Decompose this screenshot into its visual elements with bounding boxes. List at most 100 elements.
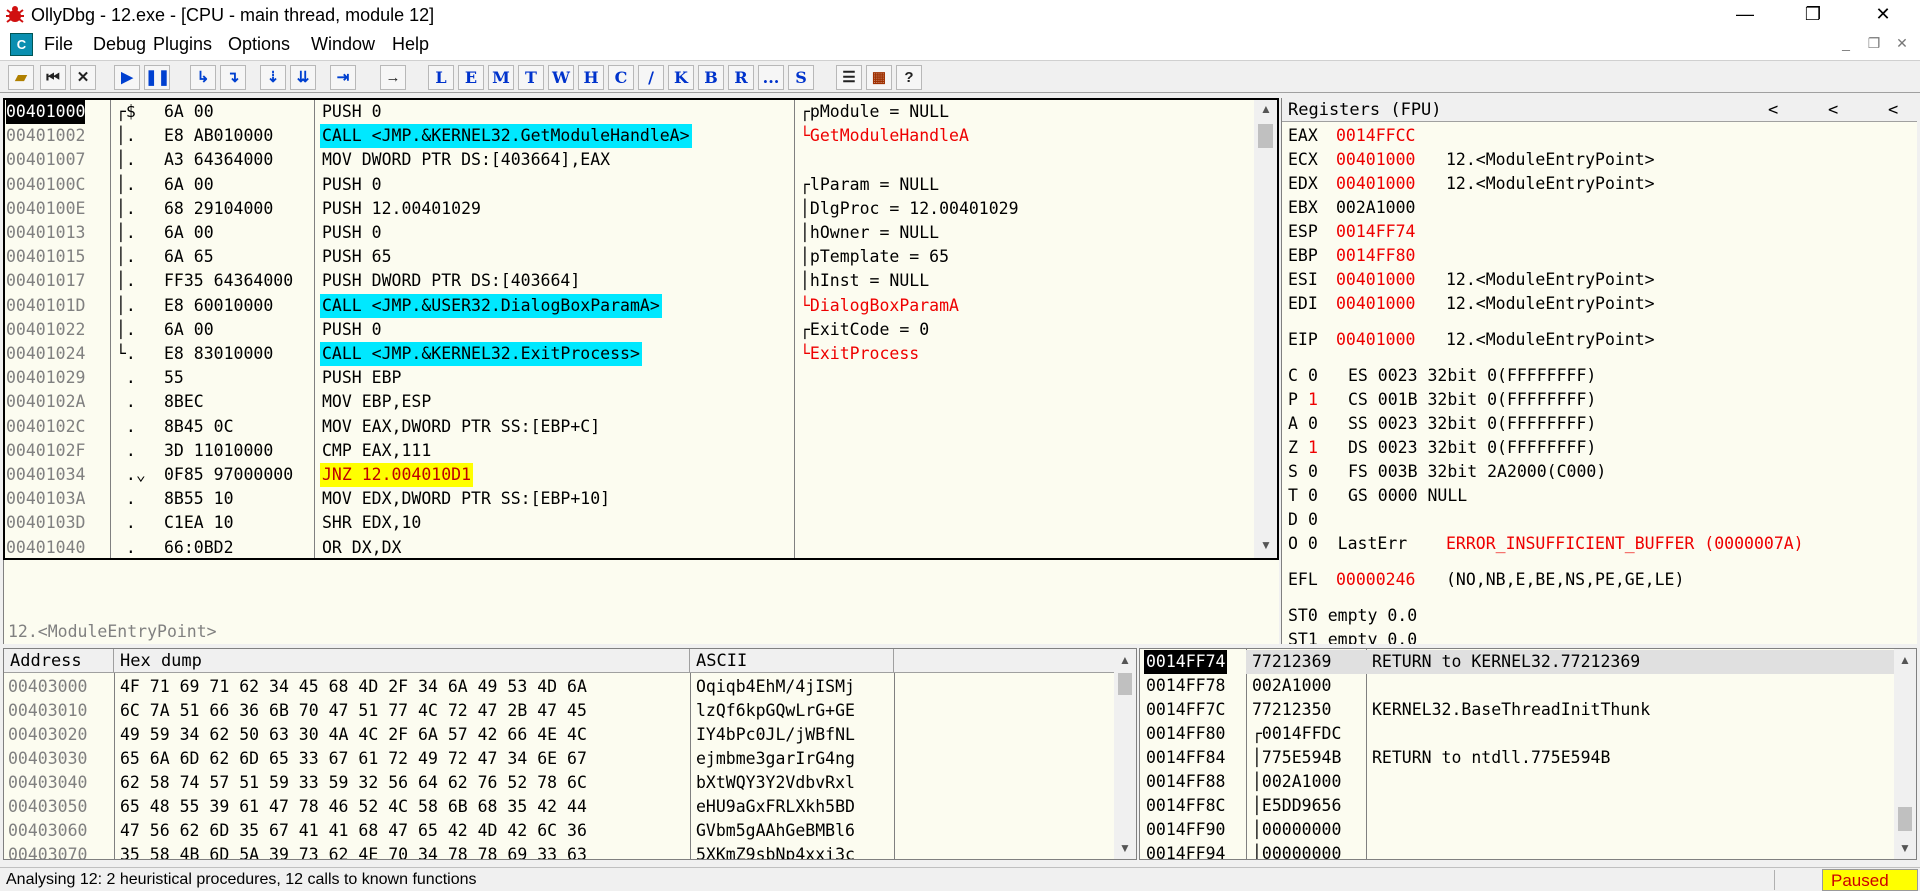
dump-ascii[interactable]: IY4bPc0JL/jWBfNL — [696, 723, 855, 747]
disasm-instruction[interactable]: PUSH 0 — [320, 221, 384, 245]
disasm-hex[interactable]: 6A 00 — [164, 173, 314, 197]
disasm-hex[interactable]: E8 60010000 — [164, 294, 314, 318]
dump-ascii[interactable]: eHU9aGxFRLXkh5BD — [696, 795, 855, 819]
disasm-instruction[interactable]: CALL <JMP.&USER32.DialogBoxParamA> — [320, 293, 662, 318]
stack-value[interactable]: 77212369 — [1252, 650, 1331, 674]
disasm-hex[interactable]: 6A 00 — [164, 318, 314, 342]
disasm-instruction[interactable]: MOV EBP,ESP — [320, 390, 433, 414]
disasm-instruction[interactable]: PUSH 65 — [320, 245, 394, 269]
rewind-icon[interactable]: ⏮ — [40, 65, 66, 90]
breakpoints-button[interactable]: B — [698, 65, 724, 90]
flag-value[interactable]: 0 — [1308, 460, 1318, 484]
stack-value[interactable]: 77212350 — [1252, 698, 1331, 722]
dump-hex-bytes[interactable]: 47 56 62 6D 35 67 41 41 68 47 65 42 4D 4… — [120, 819, 587, 843]
disasm-instruction[interactable]: PUSH 0 — [320, 173, 384, 197]
disasm-scrollbar[interactable]: ▲ ▼ — [1254, 100, 1277, 558]
disasm-hex[interactable]: 0F85 97000000 — [164, 463, 314, 487]
disasm-address[interactable]: 0040101D — [6, 294, 85, 318]
disasm-instruction[interactable]: PUSH 0 — [320, 100, 384, 124]
disasm-hex[interactable]: E8 AB010000 — [164, 124, 314, 148]
menu-options[interactable]: Options — [228, 34, 290, 55]
dump-address[interactable]: 00403050 — [8, 795, 87, 819]
windows-button[interactable]: W — [548, 65, 574, 90]
disasm-address[interactable]: 0040103D — [6, 511, 85, 535]
hex-dump-pane[interactable]: Address Hex dump ASCII 00403000 4F 71 69 … — [3, 648, 1137, 860]
disasm-hex[interactable]: 55 — [164, 366, 314, 390]
dump-scrollbar[interactable]: ▲ ▼ — [1114, 649, 1136, 859]
log-window-button[interactable]: L — [428, 65, 454, 90]
stack-value[interactable]: │00000000 — [1252, 842, 1341, 859]
register-value[interactable]: 00401000 — [1336, 268, 1415, 292]
memory-button[interactable]: M — [488, 65, 514, 90]
disasm-instruction[interactable]: PUSH 12.00401029 — [320, 197, 483, 221]
disasm-hex[interactable]: A3 64364000 — [164, 148, 314, 172]
threads-button[interactable]: T — [518, 65, 544, 90]
stack-address[interactable]: 0014FF84 — [1144, 746, 1227, 770]
dump-hex-bytes[interactable]: 65 48 55 39 61 47 78 46 52 4C 58 6B 68 3… — [120, 795, 587, 819]
register-value[interactable]: 0014FF80 — [1336, 244, 1415, 268]
disasm-address[interactable]: 0040100C — [6, 173, 85, 197]
maximize-button[interactable]: ❐ — [1784, 0, 1842, 30]
execute-till-return-icon[interactable]: ⇥ — [330, 65, 356, 90]
mdi-close-icon[interactable]: ✕ — [1892, 35, 1912, 55]
disasm-instruction[interactable]: MOV EAX,DWORD PTR SS:[EBP+C] — [320, 415, 602, 439]
disasm-instruction[interactable]: CALL <JMP.&KERNEL32.GetModuleHandleA> — [320, 124, 692, 149]
disasm-instruction[interactable]: PUSH EBP — [320, 366, 403, 390]
register-value[interactable]: 00401000 — [1336, 148, 1415, 172]
register-value[interactable]: 00401000 — [1336, 172, 1415, 196]
dump-address-header[interactable]: Address — [4, 649, 114, 673]
stack-address[interactable]: 0014FF7C — [1144, 698, 1227, 722]
disasm-hex[interactable]: 6A 65 — [164, 245, 314, 269]
stack-address[interactable]: 0014FF74 — [1144, 650, 1228, 674]
disasm-instruction[interactable]: MOV EDX,DWORD PTR SS:[EBP+10] — [320, 487, 612, 511]
efl-value[interactable]: 00000246 — [1336, 568, 1415, 592]
lasterr-value[interactable]: ERROR_INSUFFICIENT_BUFFER (0000007A) — [1446, 532, 1804, 556]
menu-help[interactable]: Help — [392, 34, 429, 55]
disasm-instruction[interactable]: MOV DWORD PTR DS:[403664],EAX — [320, 148, 612, 172]
stack-address[interactable]: 0014FF8C — [1144, 794, 1227, 818]
disasm-address[interactable]: 0040102C — [6, 415, 85, 439]
open-folder-icon[interactable]: ▰ — [8, 65, 34, 90]
step-into-icon[interactable]: ↳ — [190, 65, 216, 90]
stack-address[interactable]: 0014FF80 — [1144, 722, 1227, 746]
stack-scrollbar[interactable]: ▲ ▼ — [1894, 649, 1916, 859]
dump-ascii[interactable]: lzQf6kpGQwLrG+GE — [696, 699, 855, 723]
stack-address[interactable]: 0014FF90 — [1144, 818, 1227, 842]
dump-ascii[interactable]: 5XKmZ9sbNp4xxi3c — [696, 843, 855, 859]
list-icon[interactable]: ☰ — [836, 65, 862, 90]
disasm-hex[interactable]: 8B55 10 — [164, 487, 314, 511]
register-value[interactable]: 002A1000 — [1336, 196, 1415, 220]
dump-address[interactable]: 00403010 — [8, 699, 87, 723]
disasm-address[interactable]: 00401007 — [6, 148, 85, 172]
disasm-address[interactable]: 00401034 — [6, 463, 85, 487]
stack-value[interactable]: │00000000 — [1252, 818, 1341, 842]
menu-file[interactable]: File — [44, 34, 73, 55]
pause-icon[interactable]: ❚❚ — [144, 65, 170, 90]
register-value[interactable]: 00401000 — [1336, 292, 1415, 316]
disasm-address[interactable]: 00401022 — [6, 318, 85, 342]
dump-hex-bytes[interactable]: 49 59 34 62 50 63 30 4A 4C 2F 6A 57 42 6… — [120, 723, 587, 747]
trace-over-icon[interactable]: ⇊ — [290, 65, 316, 90]
disasm-hex[interactable]: 6A 00 — [164, 100, 314, 124]
references-button[interactable]: R — [728, 65, 754, 90]
disasm-hex[interactable]: 8BEC — [164, 390, 314, 414]
disasm-address[interactable]: 00401040 — [6, 536, 85, 560]
disasm-address[interactable]: 0040103A — [6, 487, 85, 511]
disasm-instruction[interactable]: PUSH 0 — [320, 318, 384, 342]
dump-address[interactable]: 00403070 — [8, 843, 87, 859]
disasm-address[interactable]: 0040100E — [6, 197, 85, 221]
disasm-instruction[interactable]: CMP EAX,111 — [320, 439, 433, 463]
disasm-hex[interactable]: E8 83010000 — [164, 342, 314, 366]
modules-button[interactable]: E — [458, 65, 484, 90]
fpu-st1[interactable]: ST1 empty 0.0 — [1288, 628, 1417, 644]
eip-value[interactable]: 00401000 — [1336, 328, 1415, 352]
dump-ascii[interactable]: ejmbme3garIrG4ng — [696, 747, 855, 771]
menu-window[interactable]: Window — [311, 34, 375, 55]
dump-hex-bytes[interactable]: 4F 71 69 71 62 34 45 68 4D 2F 34 6A 49 5… — [120, 675, 587, 699]
disasm-address[interactable]: 00401017 — [6, 269, 85, 293]
disasm-hex[interactable]: 8B45 0C — [164, 415, 314, 439]
registers-nav-prev-1[interactable]: < — [1768, 98, 1778, 122]
call-stack-button[interactable]: K — [668, 65, 694, 90]
disasm-address[interactable]: 0040102F — [6, 439, 85, 463]
dump-hex-bytes[interactable]: 35 58 4B 6D 5A 39 73 62 4E 70 34 78 78 6… — [120, 843, 587, 859]
